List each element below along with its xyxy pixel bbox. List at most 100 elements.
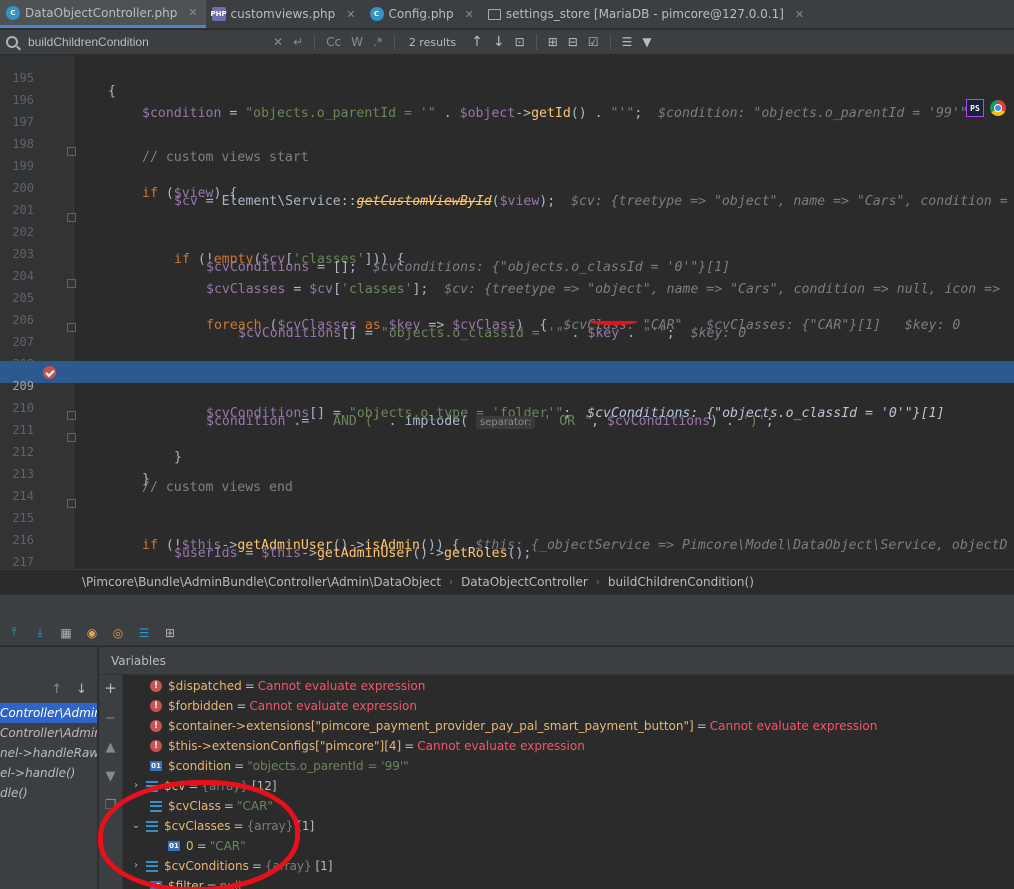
close-icon[interactable]: ✕ (465, 8, 474, 21)
fold-marker[interactable] (67, 147, 76, 156)
variable-name: $this->extensionConfigs["pimcore"][4] (168, 739, 402, 753)
select-all-occurrences-icon[interactable]: ⊡ (515, 35, 525, 49)
evaluate-expression-icon[interactable]: ▦ (58, 625, 74, 641)
variable-row[interactable]: ! $container->extensions["pimcore_paymen… (124, 716, 1014, 736)
move-up-icon[interactable]: ▲ (106, 740, 116, 755)
new-line-icon[interactable]: ↵ (293, 35, 303, 49)
words-button[interactable]: W (351, 35, 363, 49)
chrome-icon[interactable] (990, 100, 1006, 116)
stack-frame[interactable]: el->handle() (0, 763, 97, 783)
breakpoint-icon[interactable] (43, 366, 56, 379)
add-occurrence-icon[interactable]: ⊞ (548, 35, 558, 49)
code-line: 213 // custom views end (0, 449, 1014, 495)
tab-settings-store[interactable]: settings_store [MariaDB - pimcore@127.0.… (482, 0, 812, 28)
stack-frame[interactable]: dle() (0, 783, 97, 803)
breadcrumb-method[interactable]: buildChildrenCondition() (608, 575, 754, 589)
search-icon[interactable] (6, 36, 18, 48)
select-occurrences-icon[interactable]: ☑ (588, 35, 599, 49)
error-icon: ! (150, 700, 162, 712)
close-icon[interactable]: ✕ (188, 6, 197, 19)
stack-frame[interactable]: nel->handleRaw() (0, 743, 97, 763)
breadcrumb-class[interactable]: DataObjectController (461, 575, 588, 589)
tab-label: DataObjectController.php (25, 5, 178, 20)
close-icon[interactable]: ✕ (795, 8, 804, 21)
fold-marker[interactable] (67, 499, 76, 508)
tab-config[interactable]: C Config.php ✕ (364, 0, 482, 28)
variable-row[interactable]: 01 $filter = null (124, 876, 1014, 889)
run-to-cursor-icon[interactable]: ⤓ (32, 625, 48, 641)
db-table-icon (487, 8, 501, 20)
remove-occurrence-icon[interactable]: ⊟ (568, 35, 578, 49)
variable-row[interactable]: ! $dispatched = Cannot evaluate expression (124, 676, 1014, 696)
variable-value: "objects.o_parentId = '99'" (247, 759, 409, 773)
variables-tree: ! $dispatched = Cannot evaluate expression… (124, 676, 1014, 889)
variable-type: {array} (201, 779, 249, 793)
add-watch-icon[interactable]: ⊞ (162, 625, 178, 641)
variable-row[interactable]: $cvClass = "CAR" (124, 796, 1014, 816)
open-in-window-icon[interactable]: ☰ (622, 35, 633, 49)
view-settings-icon[interactable]: ☰ (136, 625, 152, 641)
string-value-icon: 01 (168, 841, 180, 851)
array-icon (146, 780, 158, 792)
watch-icon[interactable]: ◉ (84, 625, 100, 641)
code-line: 215 if (!$this->getAdminUser()->isAdmin(… (0, 493, 1014, 553)
code-line: 217 $currentUserId = $this->getAdminUser… (0, 537, 1014, 569)
variable-row[interactable]: ⌄ $cvClasses = {array} [1] (124, 816, 1014, 836)
remove-watch-icon[interactable]: − (105, 711, 116, 726)
array-icon (146, 820, 158, 832)
chevron-right-icon[interactable]: › (130, 776, 142, 796)
current-execution-line: 209 $cvConditions[] = "objects.o_type = … (0, 361, 1014, 421)
breadcrumb: \Pimcore\Bundle\AdminBundle\Controller\A… (0, 569, 1014, 594)
fold-marker[interactable] (67, 213, 76, 222)
close-icon[interactable]: ✕ (346, 8, 355, 21)
code-line: 196 $condition = "objects.o_parentId = '… (0, 75, 1014, 121)
variables-side-toolbar: + − ▲ ▼ ❐ (99, 675, 123, 889)
tab-customviews[interactable]: PHP customviews.php ✕ (206, 0, 364, 28)
code-line: 198 // custom views start (0, 119, 1014, 165)
stack-frame[interactable]: Controller\Admin\ (0, 703, 97, 723)
variable-value: Cannot evaluate expression (257, 679, 426, 693)
variable-row[interactable]: › $cvConditions = {array} [1] (124, 856, 1014, 876)
clear-search-icon[interactable]: ✕ (273, 35, 283, 49)
stack-frame[interactable]: Controller\Admin\ (0, 723, 97, 743)
fold-marker[interactable] (67, 411, 76, 420)
breakpoints-icon[interactable]: ◎ (110, 625, 126, 641)
code-line: 216 $userIds = $this->getAdminUser()->ge… (0, 515, 1014, 561)
step-out-icon[interactable]: ⤒ (6, 625, 22, 641)
phpstorm-icon[interactable]: PS (966, 99, 984, 117)
variable-row[interactable]: 01 0 = "CAR" (124, 836, 1014, 856)
frames-panel: ↑ ↓ Controller\Admin\ Controller\Admin\ … (0, 647, 98, 889)
move-down-icon[interactable]: ▼ (106, 769, 116, 784)
fold-marker[interactable] (67, 323, 76, 332)
variable-row[interactable]: ! $forbidden = Cannot evaluate expression (124, 696, 1014, 716)
filter-icon[interactable]: ▼ (642, 35, 651, 49)
arrow-up-icon[interactable]: ↑ (51, 682, 62, 697)
variable-row[interactable]: › $cv = {array} [12] (124, 776, 1014, 796)
tab-dataobjectcontroller[interactable]: C DataObjectController.php ✕ (0, 0, 206, 28)
variable-name: $dispatched (168, 679, 242, 693)
copy-icon[interactable]: ❐ (105, 798, 117, 813)
chevron-right-icon[interactable]: › (130, 856, 142, 876)
variable-row[interactable]: 01 $condition = "objects.o_parentId = '99'… (124, 756, 1014, 776)
regex-button[interactable]: .* (373, 35, 383, 49)
array-icon (150, 800, 162, 812)
chevron-down-icon[interactable]: ⌄ (130, 816, 142, 836)
fold-marker[interactable] (67, 433, 76, 442)
arrow-down-icon[interactable]: ↓ (76, 682, 87, 697)
match-case-button[interactable]: Cc (326, 35, 341, 49)
fold-marker[interactable] (67, 279, 76, 288)
previous-occurrence-icon[interactable]: ↑ (471, 34, 483, 50)
code-editor[interactable]: 195 { 196 $condition = "objects.o_parent… (0, 55, 1014, 569)
code-line: 202 if (!empty($cv['classes'])) { (0, 207, 1014, 267)
code-line: 200 $cv = Element\Service::getCustomView… (0, 163, 1014, 209)
variable-value: Cannot evaluate expression (249, 699, 417, 713)
code-line: 199 if ($view) { (0, 141, 1014, 201)
code-line: 195 { (0, 55, 1014, 99)
breadcrumb-namespace[interactable]: \Pimcore\Bundle\AdminBundle\Controller\A… (82, 575, 441, 589)
array-icon (146, 860, 158, 872)
variable-row[interactable]: ! $this->extensionConfigs["pimcore"][4] =… (124, 736, 1014, 756)
search-input[interactable] (28, 35, 268, 49)
variable-count: [12] (251, 779, 277, 793)
add-watch-icon[interactable]: + (104, 679, 117, 697)
next-occurrence-icon[interactable]: ↓ (493, 34, 505, 50)
